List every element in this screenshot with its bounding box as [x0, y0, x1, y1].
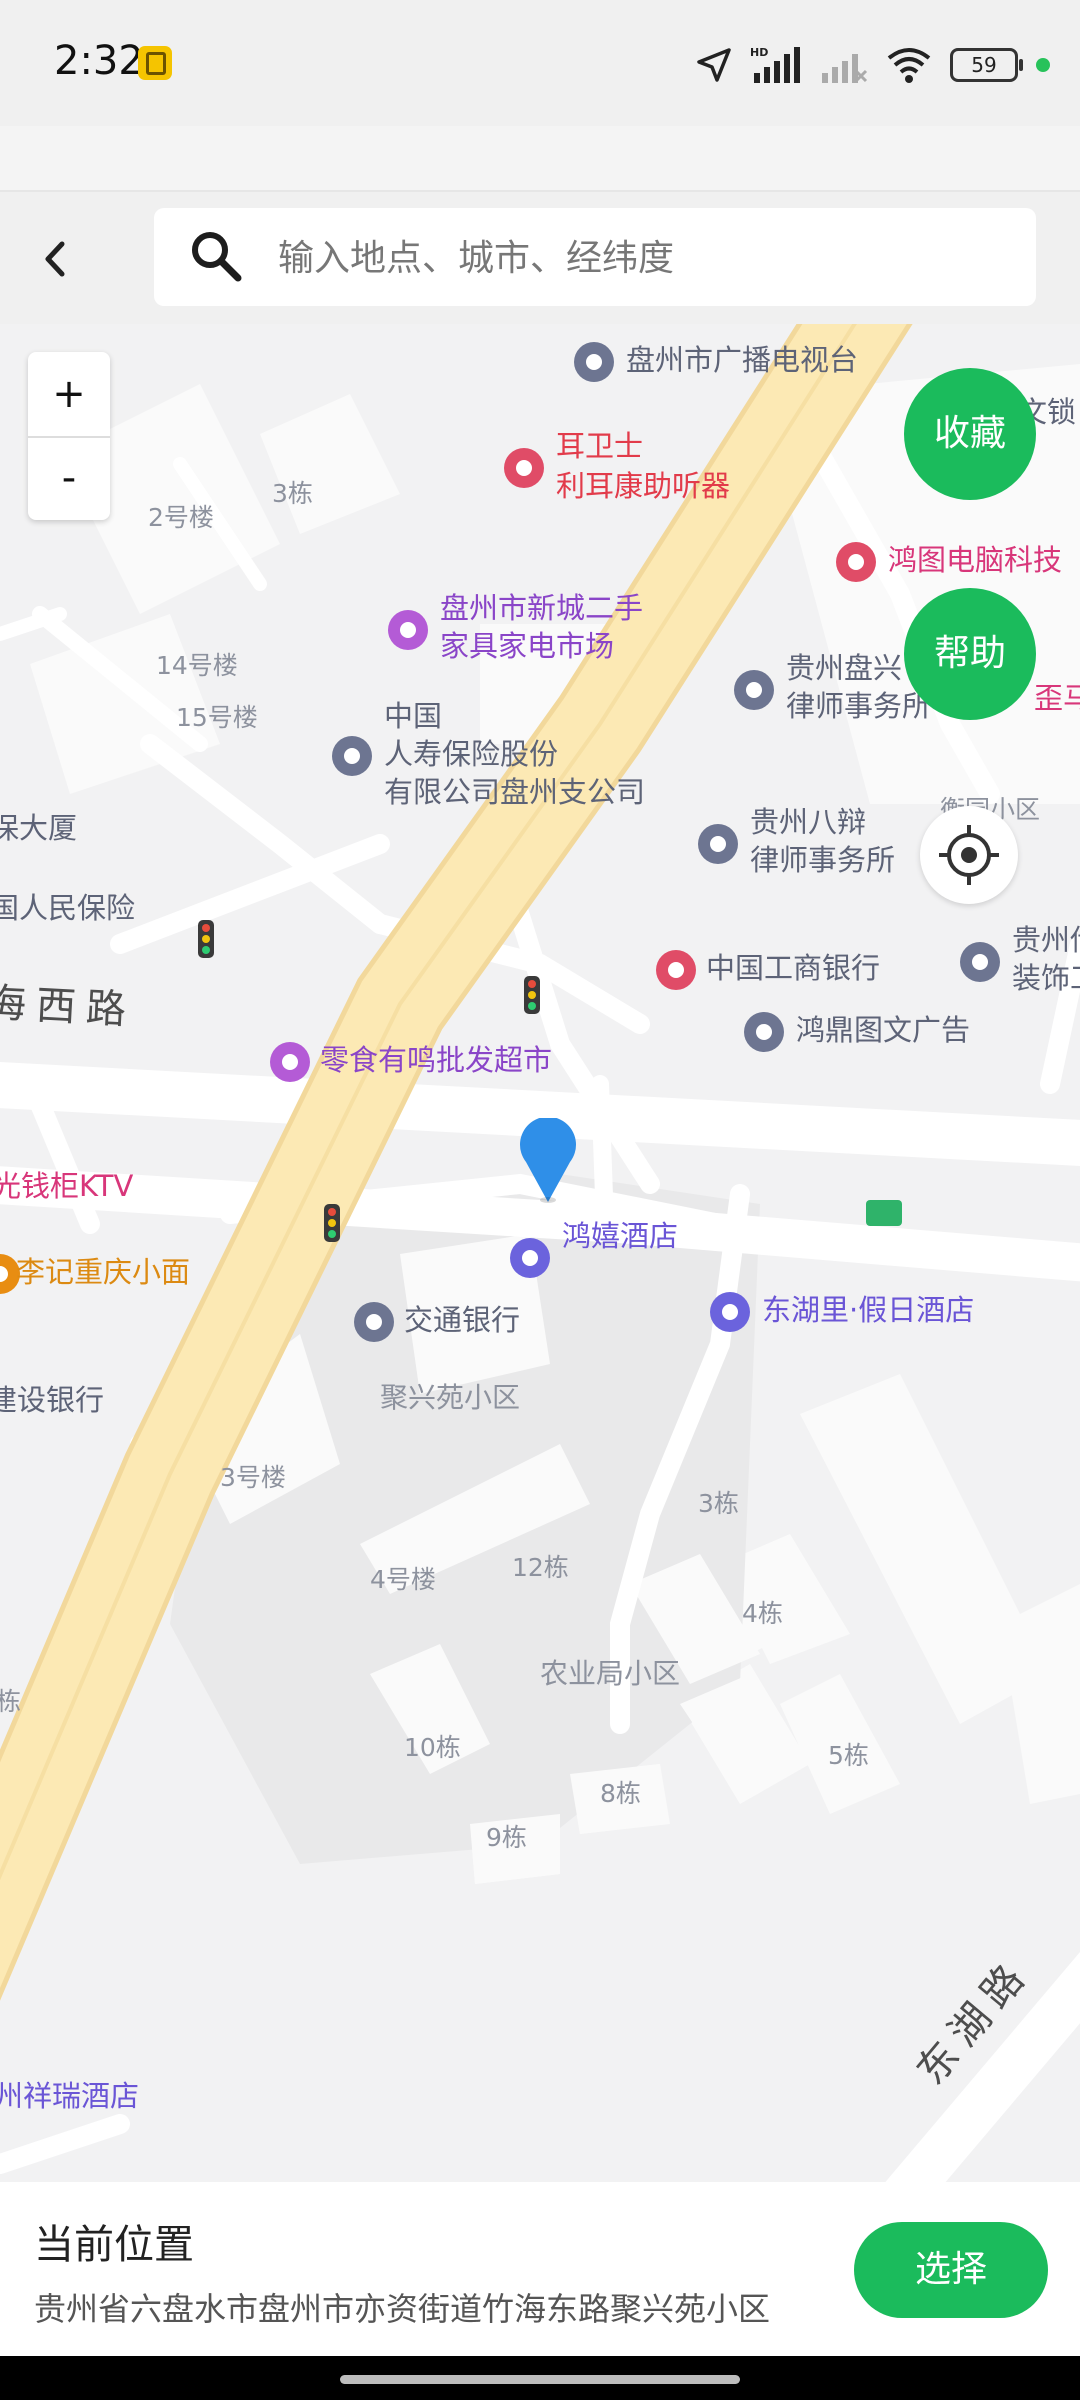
building-label: 8栋 — [600, 1779, 641, 1808]
favorite-button[interactable]: 收藏 — [904, 368, 1036, 500]
building-label: 4号楼 — [370, 1565, 436, 1594]
building-label: 3号楼 — [220, 1463, 286, 1492]
poi-label[interactable]: 有限公司盘州支公司 — [384, 775, 645, 809]
billboard-icon — [866, 1200, 902, 1226]
hotel-poi-icon — [710, 1292, 750, 1332]
signal-weak-icon — [822, 54, 868, 83]
poi-label[interactable]: 鸿图电脑科技 — [888, 543, 1062, 577]
shop-poi-icon — [836, 542, 876, 582]
traffic-light-icon — [198, 920, 214, 958]
battery-icon: 59 — [950, 48, 1023, 82]
building-label: 9栋 — [486, 1823, 527, 1852]
signal-hd-icon: HD — [750, 46, 800, 83]
poi-label[interactable]: 交通银行 — [404, 1303, 520, 1337]
tower-poi-icon — [574, 342, 614, 382]
poi-label[interactable]: 贵州八辩 — [750, 805, 866, 839]
poi-label[interactable]: 盘州市广播电视台 — [626, 343, 858, 377]
building-label: 12栋 — [512, 1553, 569, 1582]
hotel-poi-icon — [510, 1238, 550, 1278]
zoom-in-button[interactable]: + — [28, 352, 110, 438]
traffic-light-icon — [324, 1204, 340, 1242]
current-location-title: 当前位置 — [34, 2222, 194, 2268]
building-label: 5栋 — [828, 1741, 869, 1770]
status-icons: HD 59 — [696, 40, 1050, 90]
search-header — [0, 190, 1080, 326]
poi-label[interactable]: 贵州盘兴 — [786, 651, 902, 685]
bank-poi-icon — [354, 1302, 394, 1342]
zoom-out-button[interactable]: - — [28, 436, 110, 520]
building-label: 15号楼 — [176, 703, 258, 732]
location-pin-icon — [520, 1118, 576, 1203]
traffic-light-icon — [524, 976, 540, 1014]
current-location-panel: 当前位置 贵州省六盘水市盘州市亦资街道竹海东路聚兴苑小区 选择 — [0, 2182, 1080, 2356]
active-dot-icon — [1036, 58, 1050, 72]
building-label: 栋 — [0, 1687, 22, 1716]
insurance-poi-icon — [332, 736, 372, 776]
poi-label[interactable]: 李记重庆小面 — [16, 1255, 190, 1289]
poi-label[interactable]: 鸿鼎图文广告 — [796, 1013, 970, 1047]
office-poi-icon — [960, 942, 1000, 982]
poi-label[interactable]: 歪马 — [1034, 681, 1080, 715]
network-badge: HD — [750, 46, 768, 59]
bank-poi-icon — [656, 950, 696, 990]
search-input[interactable] — [276, 224, 980, 292]
office-poi-icon — [734, 670, 774, 710]
wifi-icon — [887, 48, 931, 83]
ad-poi-icon — [744, 1012, 784, 1052]
poi-label[interactable]: 国人民保险 — [0, 891, 135, 925]
building-label: 2号楼 — [148, 503, 214, 532]
building-label: 10栋 — [404, 1733, 461, 1762]
map-view[interactable]: 盘州市广播电视台 耳卫士 利耳康助听器 鸿图电脑科技 文锁 盘州市新城二手 家具… — [0, 324, 1080, 2182]
building-label: 14号楼 — [156, 651, 238, 680]
battery-level: 59 — [971, 53, 997, 77]
zoom-control: + - — [28, 352, 110, 520]
road-label: 海西路 — [0, 980, 138, 1034]
supermarket-poi-icon — [270, 1042, 310, 1082]
select-button[interactable]: 选择 — [854, 2222, 1048, 2318]
search-box[interactable] — [154, 208, 1036, 306]
poi-label[interactable]: 中国工商银行 — [706, 951, 880, 985]
poi-label[interactable]: 家具家电市场 — [440, 629, 614, 663]
back-arrow-icon[interactable] — [30, 224, 80, 294]
poi-label[interactable]: 耳卫士 — [556, 429, 643, 463]
search-icon — [192, 232, 242, 282]
poi-label[interactable]: 人寿保险股份 — [384, 737, 558, 771]
notification-icon — [138, 46, 172, 80]
location-arrow-icon — [697, 48, 731, 82]
status-time: 2:32 — [54, 38, 144, 84]
poi-label[interactable]: 中国 — [384, 699, 442, 733]
poi-label[interactable]: 州祥瑞酒店 — [0, 2079, 139, 2113]
market-poi-icon — [388, 610, 428, 650]
hospital-poi-icon — [504, 448, 544, 488]
community-label[interactable]: 聚兴苑小区 — [380, 1381, 520, 1414]
building-label: 3栋 — [698, 1489, 739, 1518]
poi-label[interactable]: 贵州传 — [1012, 923, 1080, 957]
community-label[interactable]: 农业局小区 — [540, 1657, 680, 1690]
building-label: 4栋 — [742, 1599, 783, 1628]
status-bar: 2:32 HD 59 — [0, 0, 1080, 126]
poi-label[interactable]: 利耳康助听器 — [556, 469, 730, 503]
poi-label[interactable]: 建设银行 — [0, 1383, 104, 1417]
my-location-button[interactable] — [920, 806, 1018, 904]
poi-label[interactable]: 东湖里·假日酒店 — [762, 1293, 974, 1327]
current-location-address: 贵州省六盘水市盘州市亦资街道竹海东路聚兴苑小区 — [34, 2290, 771, 2328]
poi-label[interactable]: 律师事务所 — [786, 689, 931, 723]
poi-label[interactable]: 光钱柜KTV — [0, 1169, 133, 1203]
crosshair-icon — [939, 825, 999, 885]
poi-label[interactable]: 鸿嬉酒店 — [562, 1219, 678, 1253]
poi-label[interactable]: 装饰工 — [1012, 961, 1080, 995]
poi-label[interactable]: 零食有鸣批发超市 — [320, 1043, 552, 1077]
poi-label[interactable]: 保大厦 — [0, 811, 77, 845]
gesture-nav-bar — [0, 2356, 1080, 2400]
poi-label[interactable]: 律师事务所 — [750, 843, 895, 877]
help-button[interactable]: 帮助 — [904, 588, 1036, 720]
poi-label[interactable]: 盘州市新城二手 — [440, 591, 643, 625]
office-poi-icon — [698, 824, 738, 864]
building-label: 3栋 — [272, 479, 313, 508]
home-handle[interactable] — [340, 2375, 740, 2384]
